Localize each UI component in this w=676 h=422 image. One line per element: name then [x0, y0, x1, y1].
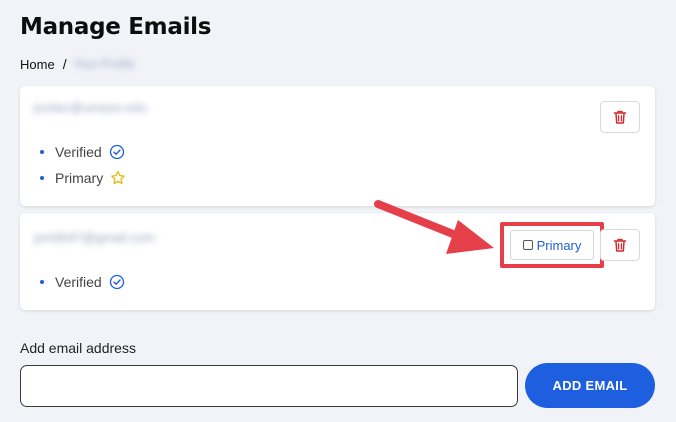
trash-icon — [613, 238, 627, 252]
check-circle-icon — [109, 274, 124, 290]
primary-checkbox[interactable] — [522, 240, 533, 250]
add-email-input[interactable] — [20, 365, 518, 407]
breadcrumb-current[interactable]: Your Profile — [74, 57, 136, 71]
check-circle-icon — [109, 144, 124, 160]
email-address: jsmith97@gmail.com — [34, 230, 155, 245]
email-status-list: Verified — [40, 269, 125, 295]
arrow-icon — [374, 200, 494, 254]
bullet — [40, 150, 44, 154]
add-email-label: Add email address — [20, 340, 136, 356]
make-primary-button[interactable]: Primary — [510, 230, 594, 260]
add-email-button[interactable]: ADD EMAIL — [525, 363, 655, 408]
status-verified: Verified — [40, 269, 125, 295]
status-label: Verified — [55, 274, 102, 290]
status-label: Primary — [55, 170, 104, 186]
delete-email-button[interactable] — [600, 229, 640, 261]
star-icon — [111, 170, 126, 185]
page-title: Manage Emails — [20, 14, 212, 40]
email-card: jsmith97@gmail.com Verified Primary — [20, 213, 655, 310]
email-address: jordan@umass.edu — [34, 100, 147, 115]
breadcrumb-home-link[interactable]: Home — [20, 57, 55, 72]
trash-icon — [613, 110, 627, 124]
bullet — [40, 176, 44, 180]
status-primary: Primary — [40, 165, 126, 191]
status-verified: Verified — [40, 139, 126, 165]
make-primary-label: Primary — [536, 237, 582, 253]
breadcrumb-separator: / — [62, 56, 67, 72]
email-status-list: Verified Primary — [40, 139, 126, 191]
status-label: Verified — [55, 144, 102, 160]
email-card: jordan@umass.edu Verified Primary — [20, 86, 655, 206]
breadcrumb: Home / Your Profile — [20, 56, 135, 72]
delete-email-button[interactable] — [600, 101, 640, 133]
bullet — [40, 280, 44, 284]
